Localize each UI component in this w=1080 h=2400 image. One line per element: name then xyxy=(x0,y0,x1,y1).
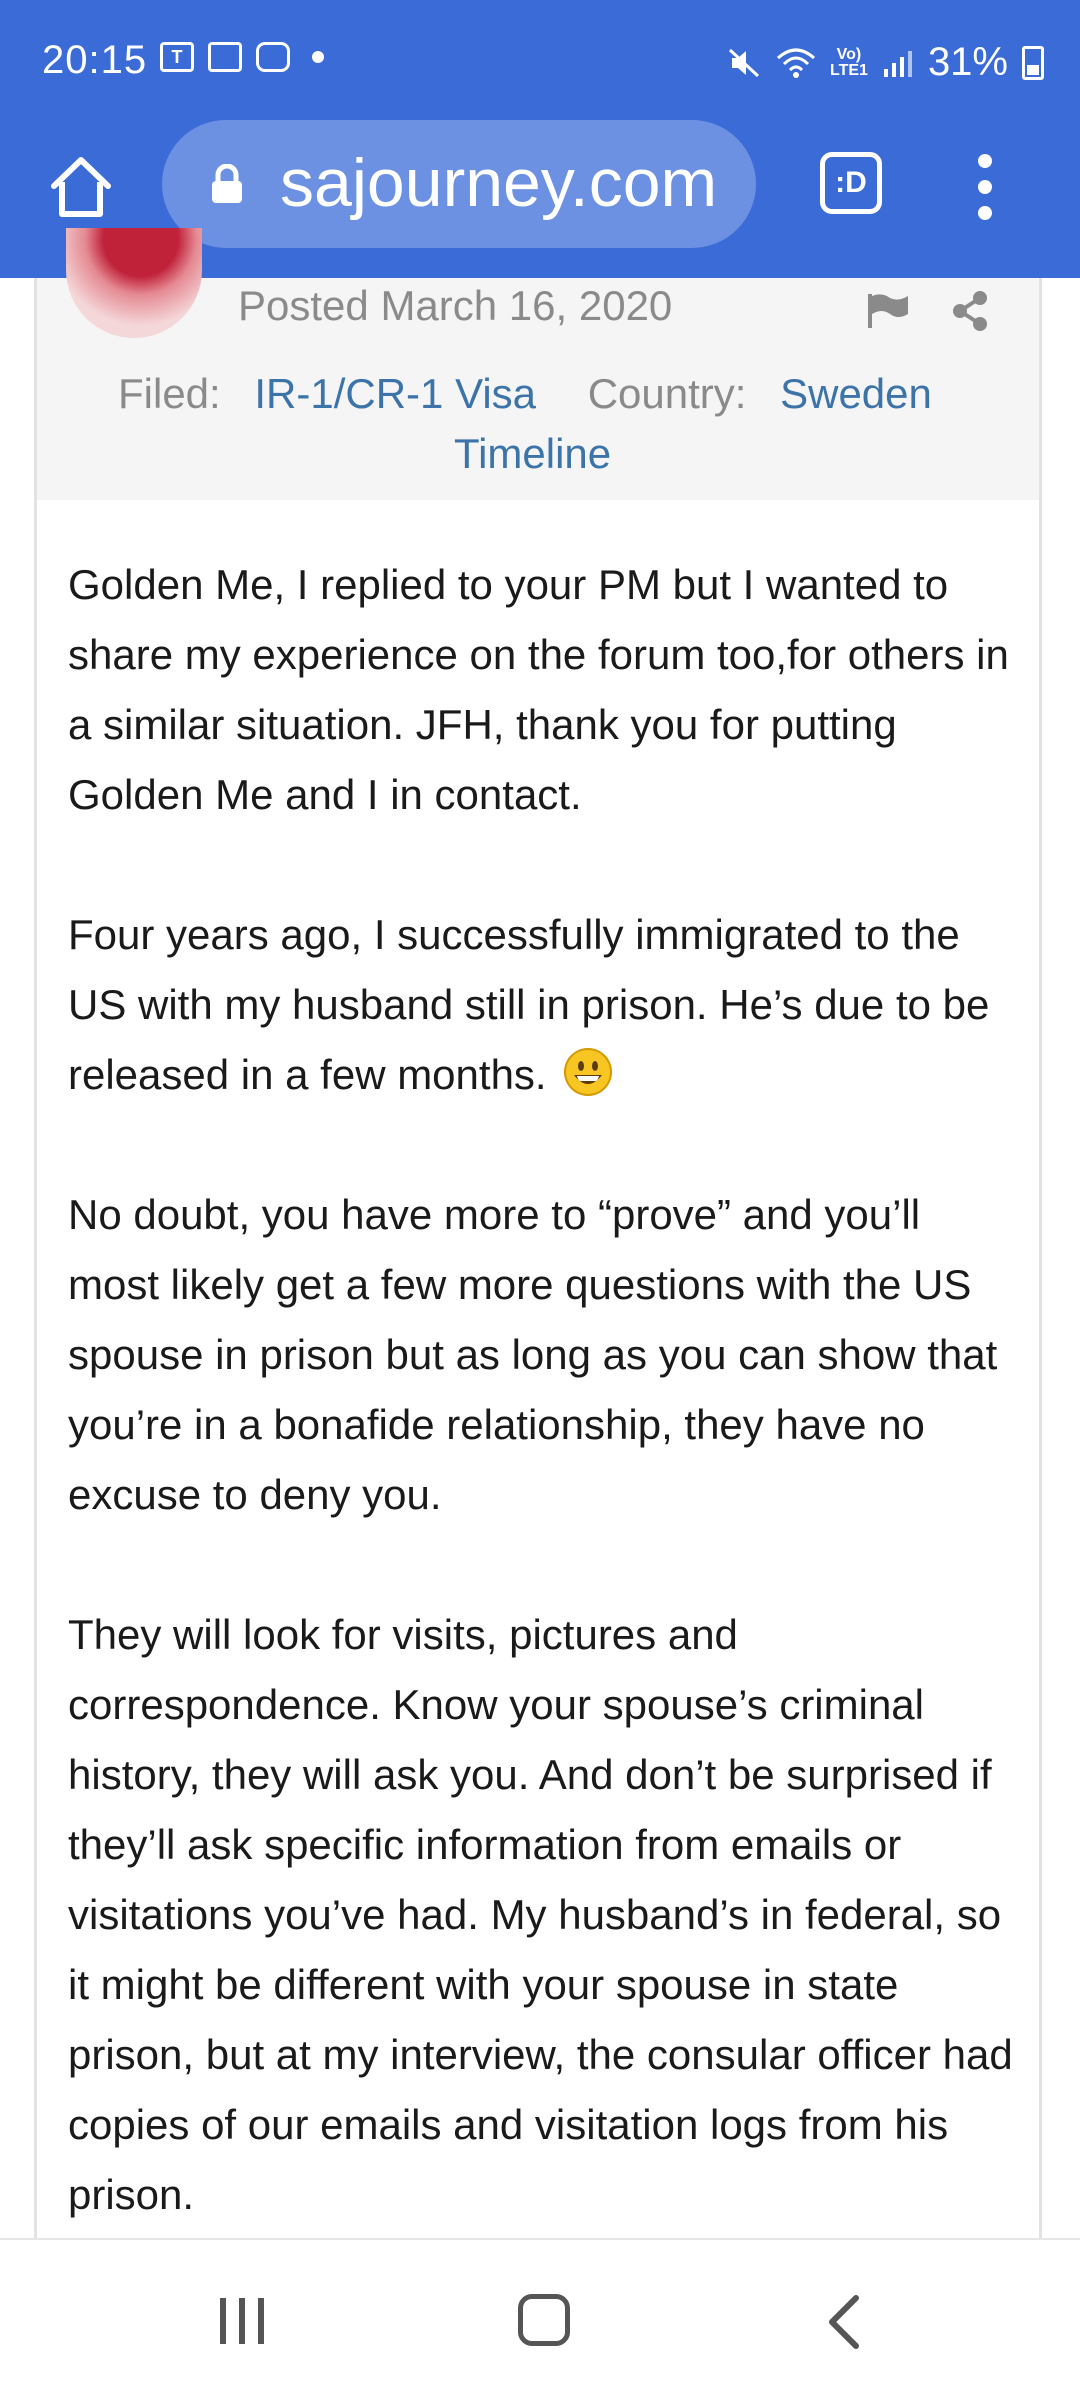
timeline-link[interactable]: Timeline xyxy=(454,430,611,478)
system-nav-bar xyxy=(0,2238,1080,2400)
wifi-icon xyxy=(777,48,815,78)
battery-icon xyxy=(1022,45,1044,80)
recent-apps-icon[interactable] xyxy=(216,2296,268,2346)
calendar-notification-icon xyxy=(208,42,242,72)
battery-percent: 31% xyxy=(927,40,1008,84)
url-text: sajourney.com xyxy=(280,145,718,221)
notification-icons: T xyxy=(160,42,324,72)
status-time: 20:15 xyxy=(42,38,148,82)
post-paragraph: Golden Me, I replied to your PM but I wa… xyxy=(68,561,1009,818)
country-label: Country: xyxy=(587,370,747,417)
t-notification-icon: T xyxy=(160,42,194,72)
post-date: Posted March 16, 2020 xyxy=(238,282,672,330)
share-icon[interactable] xyxy=(950,290,990,332)
filed-row: Filed: IR-1/CR-1 Visa Country: Sweden xyxy=(118,370,932,418)
post-paragraph-text: Four years ago, I successfully immigrate… xyxy=(68,911,990,1098)
lock-icon xyxy=(212,164,242,203)
mute-icon xyxy=(728,48,760,77)
instagram-notification-icon xyxy=(256,42,290,72)
country-link[interactable]: Sweden xyxy=(780,370,932,417)
post-paragraph: Four years ago, I successfully immigrate… xyxy=(68,900,1018,1110)
home-nav-icon[interactable] xyxy=(518,2294,570,2346)
post-body: Golden Me, I replied to your PM but I wa… xyxy=(68,550,1018,2300)
more-notifications-dot-icon xyxy=(312,51,324,63)
url-bar[interactable]: sajourney.com xyxy=(162,120,756,248)
grinning-face-emoji xyxy=(564,1048,613,1096)
system-indicators: Vo) LTE1 31% xyxy=(728,40,1044,85)
back-icon[interactable] xyxy=(824,2294,864,2350)
status-bar: 20:15 T Vo) LTE1 31% xyxy=(0,0,1080,120)
volte-indicator: Vo) LTE1 xyxy=(830,45,868,79)
filed-label: Filed: xyxy=(118,370,221,417)
post-paragraph: No doubt, you have more to “prove” and y… xyxy=(68,1191,998,1518)
posted-label: Posted xyxy=(238,282,369,329)
filed-visa-link[interactable]: IR-1/CR-1 Visa xyxy=(254,370,536,417)
posted-date-value: March 16, 2020 xyxy=(380,282,673,329)
signal-icon xyxy=(883,50,912,77)
post-paragraph: They will look for visits, pictures and … xyxy=(68,1611,1013,2218)
home-icon[interactable] xyxy=(46,152,116,222)
flag-icon[interactable] xyxy=(866,292,910,330)
tab-switcher-button[interactable]: :D xyxy=(820,152,882,214)
more-vert-icon[interactable] xyxy=(970,154,1000,224)
